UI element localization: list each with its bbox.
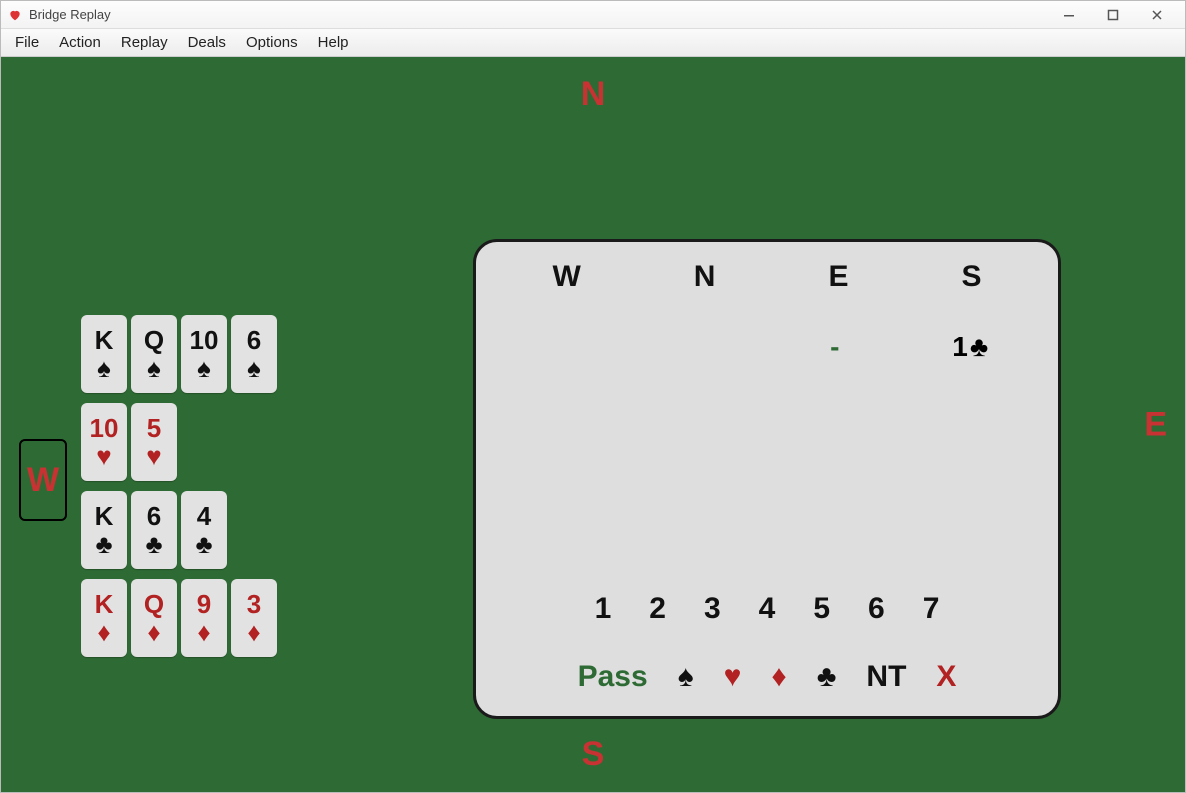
bid-level-6[interactable]: 6 xyxy=(868,592,885,626)
card-rank: Q xyxy=(144,591,164,617)
menu-action[interactable]: Action xyxy=(51,32,109,53)
card-rank: K xyxy=(95,327,114,353)
west-hand: K♠Q♠10♠6♠10♥5♥K♣6♣4♣K♦Q♦9♦3♦ xyxy=(81,315,277,657)
diamonds-icon: ♦ xyxy=(147,619,160,645)
card-rank: K xyxy=(95,591,114,617)
suit-row-hearts: 10♥5♥ xyxy=(81,403,277,481)
spades-icon: ♠ xyxy=(197,355,211,381)
titlebar: Bridge Replay xyxy=(1,1,1185,29)
bidding-box: W N E S - 1♣ 1 2 3 4 5 6 7 Pass ♠ ♥ ♦ ♣ xyxy=(473,239,1061,719)
card-diamonds-9[interactable]: 9♦ xyxy=(181,579,227,657)
card-spades-6[interactable]: 6♠ xyxy=(231,315,277,393)
card-rank: 6 xyxy=(247,327,261,353)
suit-row-spades: K♠Q♠10♠6♠ xyxy=(81,315,277,393)
bid-level-5[interactable]: 5 xyxy=(813,592,830,626)
club-icon[interactable]: ♣ xyxy=(817,660,837,694)
card-table: N S E W K♠Q♠10♠6♠10♥5♥K♣6♣4♣K♦Q♦9♦3♦ W N… xyxy=(1,57,1185,792)
heart-icon[interactable]: ♥ xyxy=(724,660,742,694)
bid-cell-e: - xyxy=(767,331,903,363)
card-rank: 3 xyxy=(247,591,261,617)
clubs-icon: ♣ xyxy=(95,531,112,557)
hearts-icon: ♥ xyxy=(146,443,161,469)
bid-header-w: W xyxy=(552,260,580,294)
bid-header-e: E xyxy=(828,260,848,294)
card-clubs-6[interactable]: 6♣ xyxy=(131,491,177,569)
hearts-icon: ♥ xyxy=(96,443,111,469)
card-rank: K xyxy=(95,503,114,529)
maximize-button[interactable] xyxy=(1091,2,1135,28)
card-rank: 9 xyxy=(197,591,211,617)
card-rank: 10 xyxy=(190,327,219,353)
card-clubs-4[interactable]: 4♣ xyxy=(181,491,227,569)
card-rank: 6 xyxy=(147,503,161,529)
card-rank: 5 xyxy=(147,415,161,441)
close-button[interactable] xyxy=(1135,2,1179,28)
menu-deals[interactable]: Deals xyxy=(180,32,234,53)
spades-icon: ♠ xyxy=(247,355,261,381)
bidding-row: - 1♣ xyxy=(496,328,1038,366)
bid-pass[interactable]: Pass xyxy=(578,660,648,694)
card-hearts-10[interactable]: 10♥ xyxy=(81,403,127,481)
diamonds-icon: ♦ xyxy=(197,619,210,645)
bid-header-n: N xyxy=(694,260,716,294)
menu-replay[interactable]: Replay xyxy=(113,32,176,53)
diamond-icon[interactable]: ♦ xyxy=(771,660,786,694)
card-diamonds-3[interactable]: 3♦ xyxy=(231,579,277,657)
card-hearts-5[interactable]: 5♥ xyxy=(131,403,177,481)
menu-help[interactable]: Help xyxy=(310,32,357,53)
suit-row-clubs: K♣6♣4♣ xyxy=(81,491,277,569)
bid-nt[interactable]: NT xyxy=(866,660,906,694)
card-diamonds-Q[interactable]: Q♦ xyxy=(131,579,177,657)
bid-level-1[interactable]: 1 xyxy=(595,592,612,626)
card-spades-K[interactable]: K♠ xyxy=(81,315,127,393)
bidding-rows: - 1♣ xyxy=(496,328,1038,366)
card-rank: 4 xyxy=(197,503,211,529)
card-spades-Q[interactable]: Q♠ xyxy=(131,315,177,393)
app-window: Bridge Replay File Action Replay Deals O… xyxy=(0,0,1186,793)
bid-level-row: 1 2 3 4 5 6 7 xyxy=(476,592,1058,626)
menubar: File Action Replay Deals Options Help xyxy=(1,29,1185,57)
diamonds-icon: ♦ xyxy=(247,619,260,645)
compass-south: S xyxy=(582,735,605,774)
clubs-icon: ♣ xyxy=(195,531,212,557)
app-heart-icon xyxy=(7,7,23,23)
spades-icon: ♠ xyxy=(97,355,111,381)
card-spades-10[interactable]: 10♠ xyxy=(181,315,227,393)
seat-indicator-west: W xyxy=(19,439,67,521)
diamonds-icon: ♦ xyxy=(97,619,110,645)
bid-call: 1♣ xyxy=(952,331,988,363)
menu-options[interactable]: Options xyxy=(238,32,306,53)
spades-icon: ♠ xyxy=(147,355,161,381)
bidding-headers: W N E S xyxy=(496,260,1038,294)
bid-double[interactable]: X xyxy=(936,660,956,694)
bid-level-2[interactable]: 2 xyxy=(649,592,666,626)
bid-level-3[interactable]: 3 xyxy=(704,592,721,626)
card-clubs-K[interactable]: K♣ xyxy=(81,491,127,569)
window-title: Bridge Replay xyxy=(29,7,111,22)
compass-east: E xyxy=(1144,405,1167,444)
clubs-icon: ♣ xyxy=(145,531,162,557)
card-rank: Q xyxy=(144,327,164,353)
card-rank: 10 xyxy=(90,415,119,441)
bid-level-7[interactable]: 7 xyxy=(923,592,940,626)
menu-file[interactable]: File xyxy=(7,32,47,53)
bid-cell-s: 1♣ xyxy=(903,331,1039,363)
minimize-button[interactable] xyxy=(1047,2,1091,28)
bid-strain-row: Pass ♠ ♥ ♦ ♣ NT X xyxy=(476,660,1058,694)
spade-icon[interactable]: ♠ xyxy=(678,660,694,694)
bid-header-s: S xyxy=(961,260,981,294)
suit-row-diamonds: K♦Q♦9♦3♦ xyxy=(81,579,277,657)
card-diamonds-K[interactable]: K♦ xyxy=(81,579,127,657)
bid-level-4[interactable]: 4 xyxy=(759,592,776,626)
compass-north: N xyxy=(581,75,606,114)
